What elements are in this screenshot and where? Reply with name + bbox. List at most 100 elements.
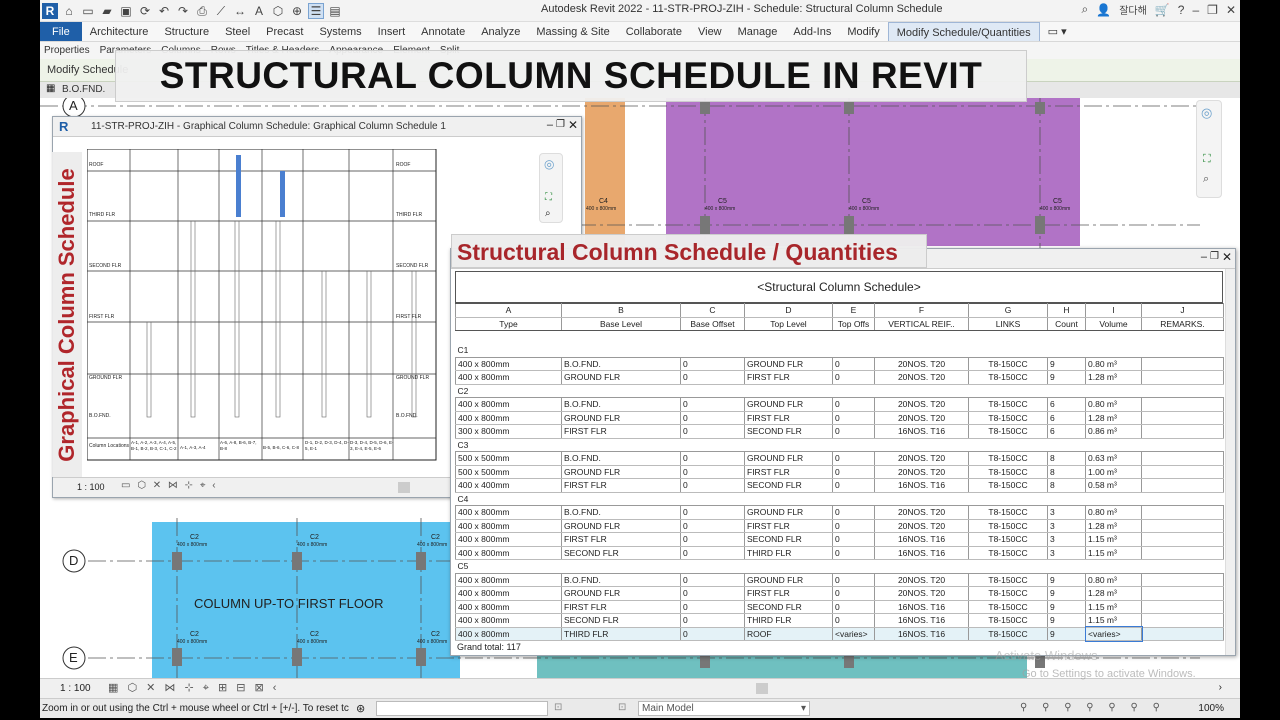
cell-base-offset[interactable]: 0 bbox=[680, 586, 745, 601]
cell-vertical-reif[interactable]: 20NOS. T20 bbox=[874, 464, 969, 480]
cell-count[interactable]: 9 bbox=[1047, 586, 1086, 601]
cell-count[interactable]: 9 bbox=[1047, 599, 1086, 615]
header-top-offset[interactable]: Top Offs bbox=[832, 317, 875, 331]
cell-volume[interactable]: 1.15 m³ bbox=[1085, 613, 1142, 628]
binoculars-icon[interactable]: ⌕ bbox=[1082, 2, 1089, 17]
cell-vertical-reif[interactable]: 20NOS. T20 bbox=[874, 356, 969, 372]
tab-architecture[interactable]: Architecture bbox=[82, 22, 157, 41]
tab-add-ins[interactable]: Add-Ins bbox=[785, 22, 839, 41]
cell-base-offset[interactable]: 0 bbox=[680, 464, 745, 480]
cell-type[interactable]: 500 x 500mm bbox=[455, 451, 562, 466]
cell-volume[interactable]: 1.15 m³ bbox=[1085, 545, 1142, 561]
column-letter-vertical-reif[interactable]: F bbox=[874, 303, 969, 318]
cell-top-level[interactable]: FIRST FLR bbox=[744, 370, 833, 385]
cell-base-offset[interactable]: 0 bbox=[680, 599, 745, 615]
group-label[interactable]: C1 bbox=[456, 344, 1224, 357]
section-icon[interactable]: ⊕ bbox=[289, 3, 305, 19]
cell-top-offset[interactable]: 0 bbox=[832, 518, 875, 534]
horizontal-scroll-thumb[interactable] bbox=[756, 683, 768, 694]
3d-view-icon[interactable]: ⬡ bbox=[270, 3, 286, 19]
cell-base-offset[interactable]: 0 bbox=[680, 572, 745, 588]
column-letter-row[interactable]: ABCDEFGHIJ bbox=[455, 303, 1224, 318]
cell-base-level[interactable]: B.O.FND. bbox=[561, 397, 681, 412]
zoom-icon[interactable]: ⌕ bbox=[545, 208, 551, 219]
cell-remarks[interactable] bbox=[1141, 410, 1224, 426]
cell-volume[interactable]: 1.28 m³ bbox=[1085, 410, 1142, 426]
cell-vertical-reif[interactable]: 20NOS. T20 bbox=[874, 397, 969, 412]
cell-links[interactable]: T8-150CC bbox=[968, 451, 1048, 466]
cell-top-level[interactable]: ROOF bbox=[744, 626, 833, 642]
cell-volume[interactable]: <varies> bbox=[1084, 626, 1143, 642]
scroll-right-arrow[interactable]: › bbox=[1219, 682, 1222, 693]
restore-icon[interactable]: ❐ bbox=[556, 119, 565, 130]
close-icon[interactable]: ✕ bbox=[1226, 3, 1236, 17]
help-icon[interactable]: ? bbox=[1178, 3, 1185, 17]
cell-base-offset[interactable]: 0 bbox=[680, 424, 745, 439]
minimize-icon[interactable]: – bbox=[1201, 251, 1207, 263]
cell-top-offset[interactable]: 0 bbox=[832, 370, 875, 385]
cell-top-offset[interactable]: 0 bbox=[832, 545, 875, 561]
cell-type[interactable]: 400 x 800mm bbox=[455, 586, 562, 601]
cell-base-offset[interactable]: 0 bbox=[680, 451, 745, 466]
cell-count[interactable]: 3 bbox=[1047, 505, 1086, 520]
table-row[interactable]: 400 x 800mm B.O.FND. 0 GROUND FLR 0 20NOS. T2… bbox=[455, 356, 1224, 372]
cell-base-level[interactable]: B.O.FND. bbox=[561, 572, 681, 588]
text-icon[interactable]: A bbox=[251, 3, 267, 19]
cell-remarks[interactable] bbox=[1141, 505, 1224, 520]
cell-top-offset[interactable]: 0 bbox=[832, 572, 875, 588]
cell-base-level[interactable]: THIRD FLR bbox=[561, 626, 681, 642]
cell-remarks[interactable] bbox=[1141, 613, 1224, 628]
cell-count[interactable]: 9 bbox=[1047, 572, 1086, 588]
table-row[interactable]: 400 x 400mm FIRST FLR 0 SECOND FLR 0 16NOS. T… bbox=[455, 478, 1224, 493]
cell-volume[interactable]: 1.28 m³ bbox=[1085, 518, 1142, 534]
table-row[interactable]: 400 x 800mm GROUND FLR 0 FIRST FLR 0 20NOS. T… bbox=[455, 370, 1224, 385]
column-letter-links[interactable]: G bbox=[968, 303, 1048, 318]
cell-links[interactable]: T8-150CC bbox=[968, 545, 1048, 561]
restore-icon[interactable]: ❐ bbox=[1207, 3, 1218, 17]
cell-volume[interactable]: 1.28 m³ bbox=[1085, 586, 1142, 601]
cell-top-offset[interactable]: 0 bbox=[832, 356, 875, 372]
new-file-icon[interactable]: ▭ bbox=[80, 3, 96, 19]
cell-count[interactable]: 9 bbox=[1047, 613, 1086, 628]
cell-links[interactable]: T8-150CC bbox=[968, 532, 1048, 547]
cell-links[interactable]: T8-150CC bbox=[968, 356, 1048, 372]
schedule-window[interactable]: – ❐ ✕ <Structural Column Schedule> ABCDE… bbox=[450, 248, 1236, 656]
cell-type[interactable]: 400 x 400mm bbox=[455, 478, 562, 493]
undo-icon[interactable]: ↶ bbox=[156, 3, 172, 19]
header-base-offset[interactable]: Base Offset bbox=[680, 317, 745, 331]
worksets-icon[interactable]: ⊛ bbox=[356, 702, 365, 715]
header-top-level[interactable]: Top Level bbox=[744, 317, 833, 331]
cell-vertical-reif[interactable]: 20NOS. T20 bbox=[874, 518, 969, 534]
design-options-icon[interactable]: ⊡ bbox=[618, 702, 626, 713]
cell-vertical-reif[interactable]: 16NOS. T16 bbox=[874, 545, 969, 561]
cell-vertical-reif[interactable]: 16NOS. T16 bbox=[874, 613, 969, 628]
cell-base-offset[interactable]: 0 bbox=[680, 478, 745, 493]
cell-type[interactable]: 400 x 800mm bbox=[455, 532, 562, 547]
tab-analyze[interactable]: Analyze bbox=[473, 22, 528, 41]
header-base-level[interactable]: Base Level bbox=[561, 317, 681, 331]
dimension-icon[interactable]: ↔ bbox=[232, 3, 248, 19]
cell-top-offset[interactable]: 0 bbox=[832, 410, 875, 426]
cell-count[interactable]: 6 bbox=[1047, 410, 1086, 426]
horizontal-scroll-thumb[interactable] bbox=[398, 482, 410, 493]
schedule-title[interactable]: <Structural Column Schedule> bbox=[455, 271, 1223, 303]
cell-top-offset[interactable]: 0 bbox=[832, 532, 875, 547]
panel-properties[interactable]: Properties bbox=[44, 45, 90, 56]
cell-type[interactable]: 400 x 800mm bbox=[455, 545, 562, 561]
cell-remarks[interactable] bbox=[1141, 424, 1224, 439]
cell-base-offset[interactable]: 0 bbox=[680, 545, 745, 561]
column-letter-remarks[interactable]: J bbox=[1141, 303, 1224, 318]
cell-type[interactable]: 400 x 800mm bbox=[455, 613, 562, 628]
cell-count[interactable]: 8 bbox=[1047, 451, 1086, 466]
cell-vertical-reif[interactable]: 16NOS. T16 bbox=[874, 478, 969, 493]
tab-modify[interactable]: Modify bbox=[839, 22, 887, 41]
cell-base-offset[interactable]: 0 bbox=[680, 410, 745, 426]
table-row[interactable]: 400 x 800mm GROUND FLR 0 FIRST FLR 0 20NOS. T… bbox=[455, 586, 1224, 601]
cell-volume[interactable]: 0.80 m³ bbox=[1085, 397, 1142, 412]
cell-top-level[interactable]: FIRST FLR bbox=[744, 518, 833, 534]
header-vertical-reif[interactable]: VERTICAL REIF.. bbox=[874, 317, 969, 331]
table-row[interactable]: 400 x 800mm B.O.FND. 0 GROUND FLR 0 20NOS. T2… bbox=[455, 397, 1224, 412]
cell-vertical-reif[interactable]: 16NOS. T16 bbox=[874, 424, 969, 439]
cell-top-level[interactable]: SECOND FLR bbox=[744, 599, 833, 615]
graphical-window-titlebar[interactable]: R 11-STR-PROJ-ZIH - Graphical Column Sch… bbox=[53, 117, 581, 137]
